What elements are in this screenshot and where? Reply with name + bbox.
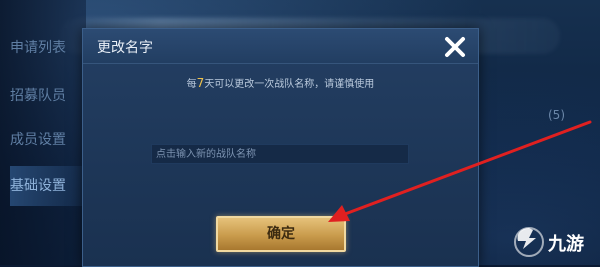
dialog-title: 更改名字 <box>97 40 153 56</box>
sidebar-item-basic-settings[interactable]: 基础设置 <box>10 166 86 206</box>
notice-prefix: 每 <box>186 79 197 90</box>
confirm-button-label: 确定 <box>267 226 295 242</box>
sidebar-item-label: 基础设置 <box>10 178 66 194</box>
sidebar-item-label: 成员设置 <box>10 132 66 148</box>
sidebar-item-label: 招募队员 <box>10 88 66 104</box>
sidebar-item-members[interactable]: 成员设置 <box>10 120 86 160</box>
confirm-button[interactable]: 确定 <box>216 216 346 252</box>
notice-suffix: 天可以更改一次战队名称，请谨慎使用 <box>204 79 375 90</box>
sidebar-item-label: 申请列表 <box>10 40 66 56</box>
sidebar: 申请列表 招募队员 成员设置 基础设置 <box>0 0 86 265</box>
jiuyou-logo-icon <box>514 227 544 257</box>
background-text: (5) <box>548 108 565 122</box>
sidebar-item-applications[interactable]: 申请列表 <box>10 28 86 68</box>
jiuyou-watermark: 九游 <box>512 224 596 260</box>
dialog-header: 更改名字 <box>83 29 478 64</box>
watermark-text: 九游 <box>548 234 584 255</box>
close-icon <box>445 37 465 57</box>
close-button[interactable] <box>443 35 467 59</box>
sidebar-item-recruit[interactable]: 招募队员 <box>10 76 86 116</box>
team-name-input[interactable] <box>151 144 409 164</box>
rename-notice: 每7天可以更改一次战队名称，请谨慎使用 <box>83 75 478 90</box>
rename-dialog: 更改名字 每7天可以更改一次战队名称，请谨慎使用 确定 <box>82 28 479 267</box>
